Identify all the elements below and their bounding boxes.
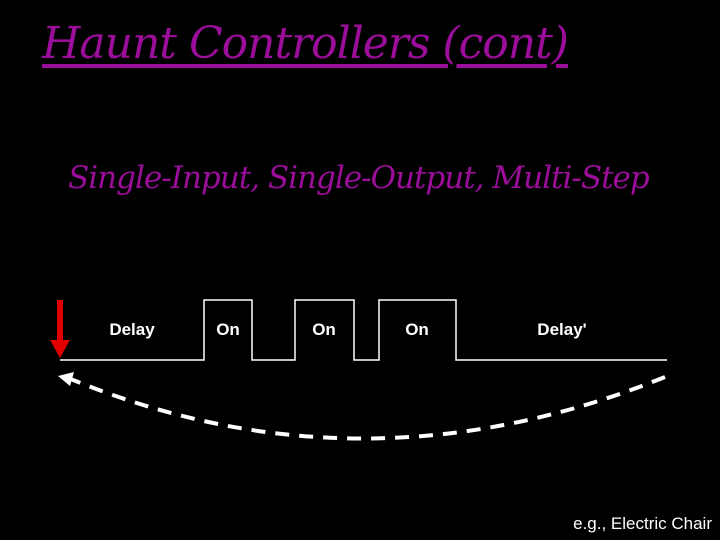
segment-label-on-2: On [312,320,336,339]
segment-label-on-3: On [405,320,429,339]
timing-diagram: Delay On On On Delay' [50,299,667,441]
segment-label-delay-prime: Delay' [537,320,586,339]
loop-return-arrow [65,375,666,441]
segment-label-on-1: On [216,320,240,339]
segment-label-delay: Delay [109,320,155,339]
loop-arrowhead-icon [58,372,74,386]
example-caption: e.g., Electric Chair [573,514,712,533]
trigger-arrow-icon [50,300,70,358]
